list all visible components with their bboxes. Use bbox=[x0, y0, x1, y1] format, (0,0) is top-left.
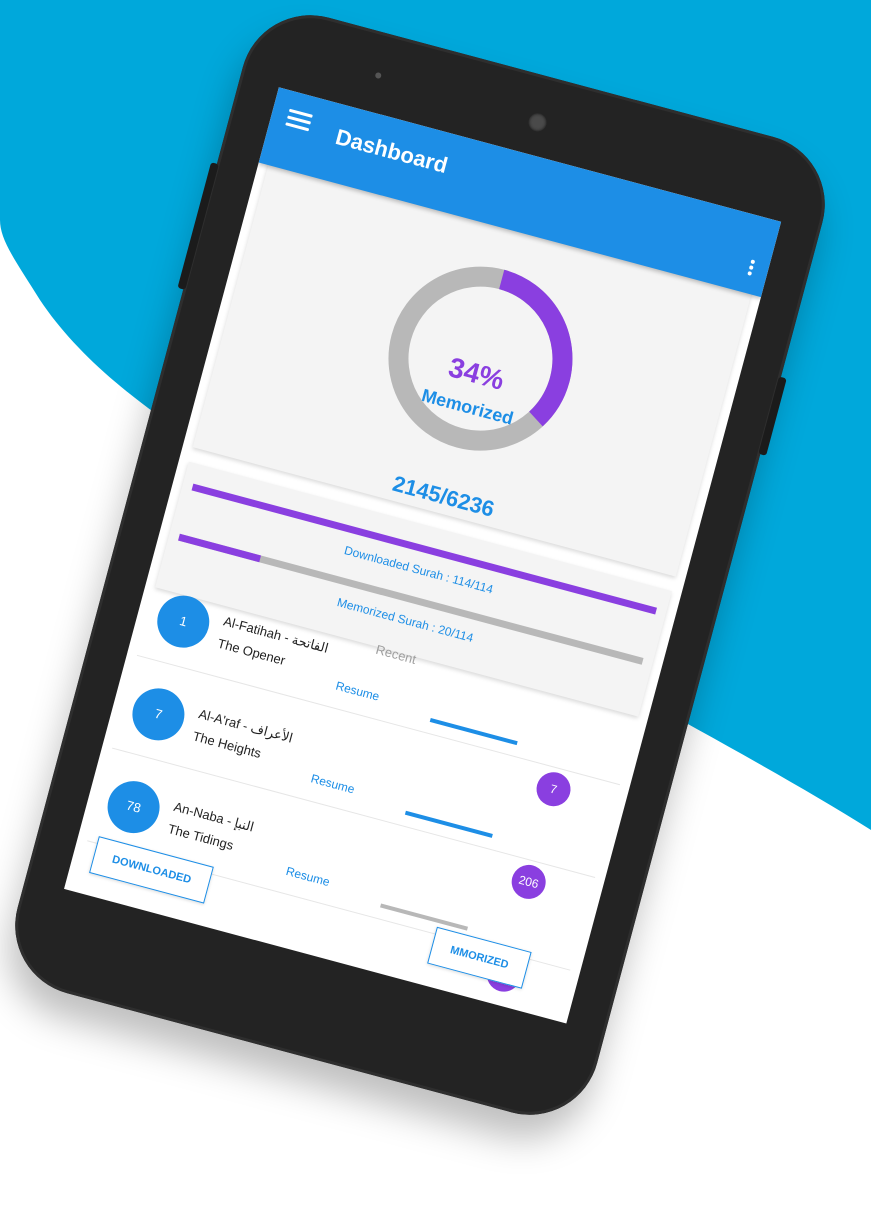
hamburger-icon[interactable] bbox=[285, 108, 313, 133]
surah-number-badge: 1 bbox=[151, 589, 216, 654]
surah-progress-bar bbox=[380, 903, 469, 931]
sensor-dot bbox=[374, 71, 382, 80]
surah-number-badge: 78 bbox=[101, 775, 166, 839]
surah-number-badge: 7 bbox=[126, 682, 191, 747]
resume-button[interactable]: Resume bbox=[284, 864, 331, 889]
more-vert-icon[interactable] bbox=[746, 257, 757, 278]
resume-button[interactable]: Resume bbox=[334, 679, 381, 704]
page-title: Dashboard bbox=[332, 124, 451, 178]
resume-button[interactable]: Resume bbox=[309, 771, 356, 796]
front-camera bbox=[526, 111, 549, 134]
